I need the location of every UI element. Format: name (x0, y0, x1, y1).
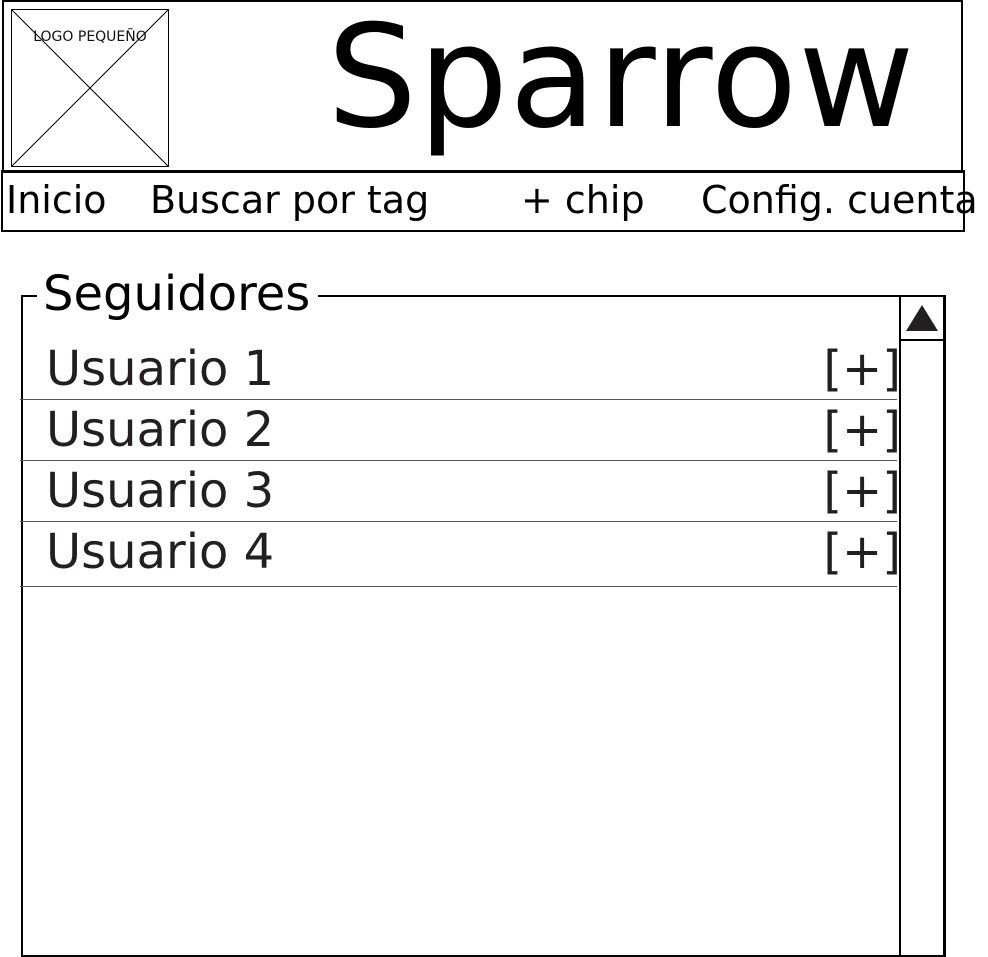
nav-item-config-cuenta[interactable]: Config. cuenta (701, 178, 978, 222)
vertical-scrollbar[interactable] (899, 297, 943, 955)
user-list: Usuario 1 [+] Usuario 2 [+] Usuario 3 [+… (20, 339, 901, 587)
list-item[interactable]: Usuario 2 [+] (20, 400, 901, 461)
nav-item-inicio[interactable]: Inicio (6, 178, 107, 222)
nav-bar: Inicio Buscar por tag + chip Config. cue… (1, 170, 978, 232)
follow-button[interactable]: [+] (823, 524, 901, 580)
app-title: Sparrow (327, 0, 916, 160)
logo-label: LOGO PEQUEÑO (33, 29, 147, 45)
nav-item-add-chip[interactable]: + chip (521, 178, 645, 222)
panel-title: Seguidores (37, 264, 319, 324)
nav-item-buscar-por-tag[interactable]: Buscar por tag (150, 178, 429, 222)
followers-panel: Seguidores Usuario 1 [+] Usuario 2 [+] U… (20, 264, 946, 957)
list-item[interactable]: Usuario 4 [+] (20, 522, 901, 587)
user-name: Usuario 3 (46, 463, 275, 519)
follow-button[interactable]: [+] (823, 463, 901, 519)
list-item[interactable]: Usuario 1 [+] (20, 339, 901, 400)
triangle-up-icon (906, 305, 938, 331)
follow-button[interactable]: [+] (823, 402, 901, 458)
list-item[interactable]: Usuario 3 [+] (20, 461, 901, 522)
app-header: LOGO PEQUEÑO Sparrow (2, 0, 963, 173)
follow-button[interactable]: [+] (823, 341, 901, 397)
logo-placeholder[interactable]: LOGO PEQUEÑO (11, 9, 169, 167)
user-name: Usuario 1 (46, 341, 275, 397)
scroll-up-button[interactable] (901, 297, 943, 341)
user-name: Usuario 2 (46, 402, 275, 458)
user-name: Usuario 4 (46, 524, 275, 580)
